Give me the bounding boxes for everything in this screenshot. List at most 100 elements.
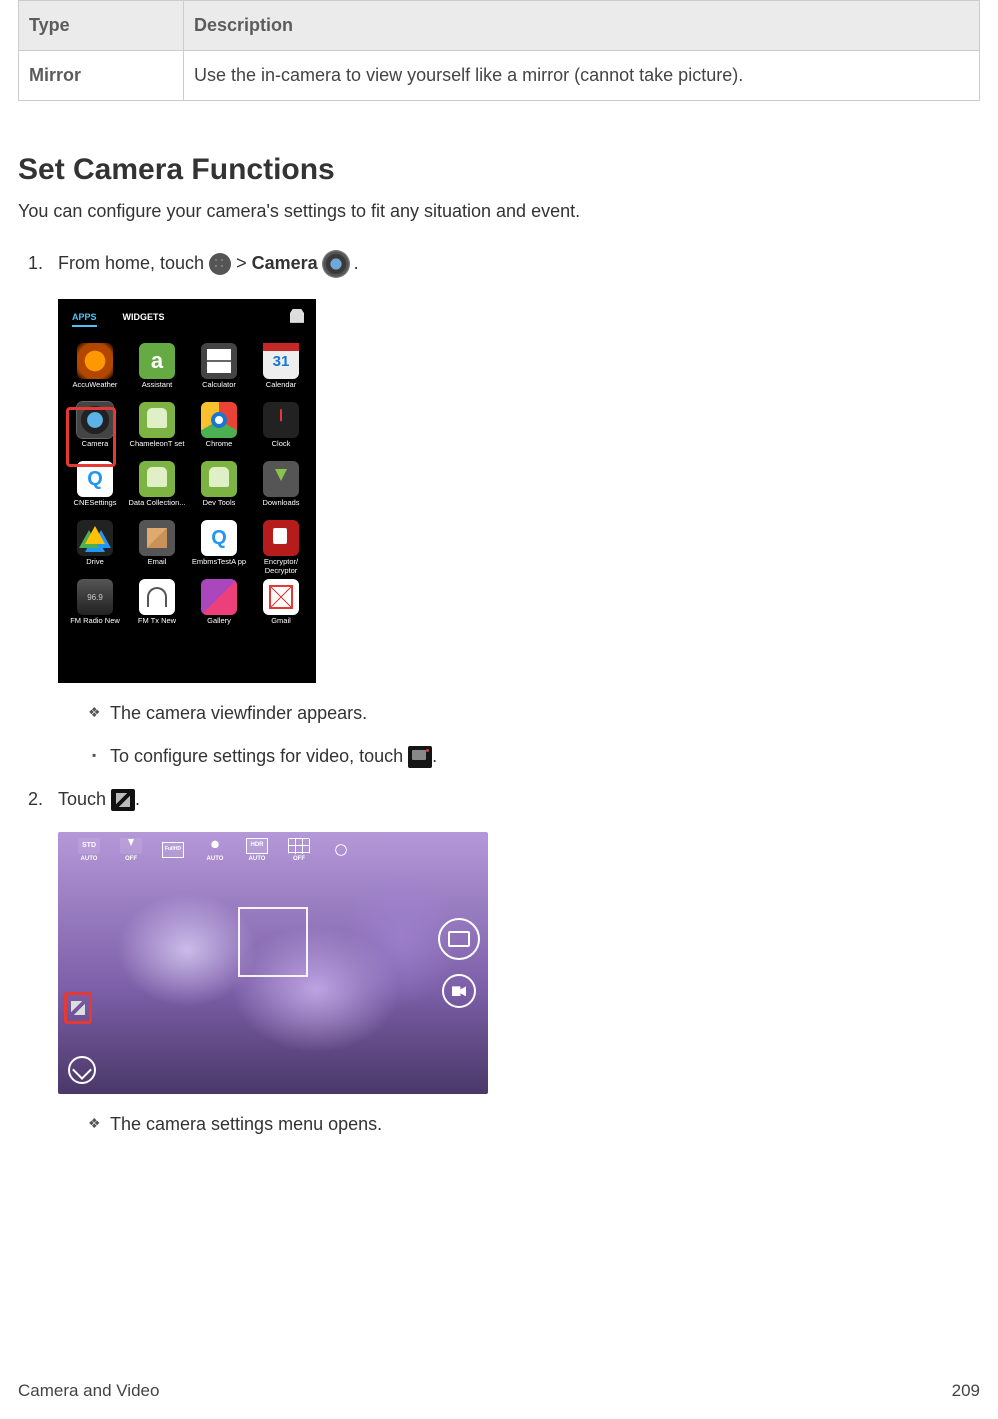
topbar-item[interactable]	[330, 842, 352, 859]
app-icon	[139, 579, 175, 615]
page-footer: Camera and Video 209	[18, 1379, 980, 1403]
th-type: Type	[19, 1, 184, 51]
th-description: Description	[184, 1, 980, 51]
app-icon	[77, 579, 113, 615]
topbar-item[interactable]: AUTO	[246, 838, 268, 863]
table-row: Mirror Use the in-camera to view yoursel…	[19, 51, 980, 101]
topbar-item[interactable]: AUTO	[204, 838, 226, 863]
topbar-label: OFF	[125, 855, 137, 863]
app-icon: Q	[201, 520, 237, 556]
app-icon	[263, 402, 299, 438]
app-icon	[77, 520, 113, 556]
topbar-item[interactable]: OFF	[288, 838, 310, 863]
tab-apps[interactable]: APPS	[72, 311, 97, 328]
app-item[interactable]: Calendar	[252, 343, 310, 398]
app-item[interactable]: AccuWeather	[66, 343, 124, 398]
topbar-icon	[288, 838, 310, 854]
app-item[interactable]: Gallery	[190, 579, 248, 634]
step-2: Touch . AUTOOFFAUTOAUTOOFF The camera se…	[58, 787, 980, 1137]
feature-table: Type Description Mirror Use the in-camer…	[18, 0, 980, 101]
app-item[interactable]: Clock	[252, 402, 310, 457]
apps-tabs: APPS WIDGETS	[66, 307, 308, 332]
app-item[interactable]: FM Radio New	[66, 579, 124, 634]
app-item[interactable]: Downloads	[252, 461, 310, 516]
cell-type: Mirror	[19, 51, 184, 101]
camera-app-highlight	[66, 407, 116, 467]
app-label: Gallery	[190, 617, 248, 634]
app-label: Email	[128, 558, 186, 575]
bullet-settings-menu: The camera settings menu opens.	[88, 1112, 980, 1137]
app-icon	[201, 402, 237, 438]
app-label: Downloads	[252, 499, 310, 516]
topbar-icon	[204, 838, 226, 854]
settings-wrench-highlight[interactable]	[64, 992, 92, 1024]
step2-sublist: The camera settings menu opens.	[58, 1112, 980, 1137]
app-icon	[139, 402, 175, 438]
app-item[interactable]: QCNESettings	[66, 461, 124, 516]
bullet-video-settings: To configure settings for video, touch .	[88, 744, 980, 769]
app-label: Calculator	[190, 381, 248, 398]
app-label: EmbmsTestA pp	[190, 558, 248, 575]
record-button[interactable]	[442, 974, 476, 1008]
app-item[interactable]: Data Collection...	[128, 461, 186, 516]
app-label: Encryptor/ Decryptor	[252, 558, 310, 575]
topbar-icon	[78, 838, 100, 854]
app-icon	[263, 579, 299, 615]
camera-topbar: AUTO OFF AUTO AUTO OFF	[58, 832, 488, 868]
steps-list: From home, touch > Camera . APPS WIDGETS…	[18, 251, 980, 1138]
footer-page: 209	[952, 1379, 980, 1403]
app-icon	[201, 579, 237, 615]
app-label: FM Tx New	[128, 617, 186, 634]
app-label: FM Radio New	[66, 617, 124, 634]
topbar-icon	[162, 842, 184, 858]
app-item[interactable]: Calculator	[190, 343, 248, 398]
app-label: Drive	[66, 558, 124, 575]
app-icon	[263, 520, 299, 556]
expand-button[interactable]	[68, 1056, 96, 1084]
topbar-icon	[120, 838, 142, 854]
step1-text-b: >	[231, 253, 252, 273]
app-label: Calendar	[252, 381, 310, 398]
app-item[interactable]: FM Tx New	[128, 579, 186, 634]
topbar-label: AUTO	[249, 855, 266, 863]
topbar-icon	[246, 838, 268, 854]
app-label: AccuWeather	[66, 381, 124, 398]
topbar-label: AUTO	[81, 855, 98, 863]
app-item[interactable]: Q EmbmsTestA pp	[190, 520, 248, 575]
step1-sublist: The camera viewfinder appears. To config…	[58, 701, 980, 769]
app-icon	[263, 461, 299, 497]
tab-widgets[interactable]: WIDGETS	[123, 311, 165, 328]
cell-description: Use the in-camera to view yourself like …	[184, 51, 980, 101]
app-item[interactable]: Gmail	[252, 579, 310, 634]
app-icon	[201, 461, 237, 497]
camera-icon	[323, 251, 349, 277]
app-label: Clock	[252, 440, 310, 457]
screenshot-camera-viewfinder: AUTO OFF AUTO AUTO OFF	[58, 832, 488, 1094]
app-item[interactable]: Chrome	[190, 402, 248, 457]
topbar-item[interactable]: AUTO	[78, 838, 100, 863]
app-item[interactable]: Dev Tools	[190, 461, 248, 516]
app-icon	[263, 343, 299, 379]
app-item[interactable]: Drive	[66, 520, 124, 575]
app-icon	[139, 520, 175, 556]
app-item[interactable]: a Assistant	[128, 343, 186, 398]
apps-icon	[209, 253, 231, 275]
app-label: Dev Tools	[190, 499, 248, 516]
section-intro: You can configure your camera's settings…	[18, 199, 980, 224]
step1-text-a: From home, touch	[58, 253, 209, 273]
shutter-button[interactable]	[438, 918, 480, 960]
shop-icon[interactable]	[290, 309, 304, 323]
app-label: Gmail	[252, 617, 310, 634]
app-item[interactable]: Email	[128, 520, 186, 575]
app-item[interactable]: ChameleonT set	[128, 402, 186, 457]
app-item[interactable]: Encryptor/ Decryptor	[252, 520, 310, 575]
topbar-item[interactable]: OFF	[120, 838, 142, 863]
topbar-icon	[330, 842, 352, 858]
app-label: Assistant	[128, 381, 186, 398]
topbar-label: OFF	[293, 855, 305, 863]
topbar-item[interactable]	[162, 842, 184, 859]
footer-section: Camera and Video	[18, 1379, 159, 1403]
app-grid: AccuWeatheraAssistantCalculatorCalendarC…	[66, 343, 308, 634]
app-icon: a	[139, 343, 175, 379]
bullet-viewfinder: The camera viewfinder appears.	[88, 701, 980, 726]
